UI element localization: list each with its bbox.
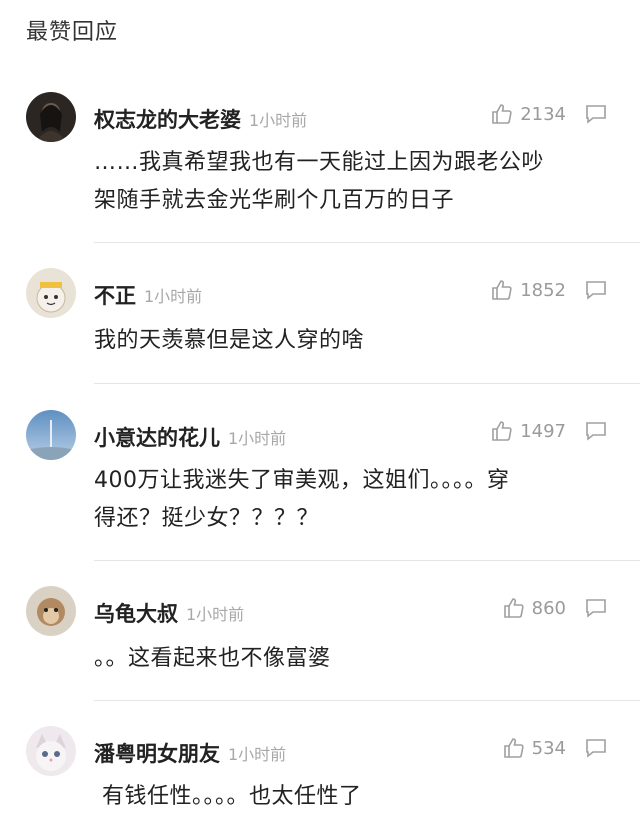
comment-item: 权志龙的大老婆 1小时前 2134 ……我真希望我也有一天能过上因为跟老公吵 架随…: [0, 92, 640, 243]
timestamp: 1小时前: [228, 429, 287, 448]
like-count: 534: [531, 737, 566, 759]
comment-text: 我的天羡慕但是这人穿的啥: [94, 328, 365, 353]
avatar[interactable]: [26, 268, 76, 318]
section-title: 最赞回应: [26, 20, 119, 45]
timestamp: 1小时前: [186, 605, 245, 624]
thumbs-up-icon: [490, 419, 514, 443]
like-button[interactable]: 2134: [490, 102, 566, 126]
comment-item: 潘粤明女朋友 1小时前 534 有钱任性。。。。也太任性了: [0, 726, 640, 826]
thumbs-up-icon: [490, 102, 514, 126]
avatar[interactable]: [26, 586, 76, 636]
reply-icon[interactable]: [584, 279, 608, 301]
like-button[interactable]: 860: [502, 596, 566, 620]
divider: [94, 383, 640, 384]
like-count: 1852: [520, 279, 566, 301]
like-count: 2134: [520, 103, 566, 125]
like-count: 1497: [520, 420, 566, 442]
like-count: 860: [531, 597, 566, 619]
like-button[interactable]: 1497: [490, 419, 566, 443]
reply-icon[interactable]: [584, 597, 608, 619]
divider: [94, 242, 640, 243]
username[interactable]: 权志龙的大老婆 1小时前: [94, 104, 307, 134]
divider: [94, 560, 640, 561]
reply-icon[interactable]: [584, 420, 608, 442]
thumbs-up-icon: [490, 278, 514, 302]
reply-icon[interactable]: [584, 103, 608, 125]
timestamp: 1小时前: [249, 111, 308, 130]
divider: [94, 700, 640, 701]
username[interactable]: 不正 1小时前: [94, 280, 202, 310]
timestamp: 1小时前: [144, 287, 203, 306]
comment-text: 。。这看起来也不像富婆: [94, 646, 331, 671]
avatar[interactable]: [26, 410, 76, 460]
like-button[interactable]: 534: [502, 736, 566, 760]
avatar[interactable]: [26, 726, 76, 776]
comment-item: 乌龟大叔 1小时前 860 。。这看起来也不像富婆: [0, 586, 640, 704]
avatar[interactable]: [26, 92, 76, 142]
username[interactable]: 潘粤明女朋友 1小时前: [94, 738, 286, 768]
like-button[interactable]: 1852: [490, 278, 566, 302]
username[interactable]: 小意达的花儿 1小时前: [94, 422, 286, 452]
comment-item: 不正 1小时前 1852 我的天羡慕但是这人穿的啥: [0, 268, 640, 386]
username[interactable]: 乌龟大叔 1小时前: [94, 598, 244, 628]
thumbs-up-icon: [502, 736, 526, 760]
reply-icon[interactable]: [584, 737, 608, 759]
comment-item: 小意达的花儿 1小时前 1497 400万让我迷失了审美观，这姐们。。。。穿 得还…: [0, 410, 640, 561]
comment-text: 有钱任性。。。。也太任性了: [102, 784, 362, 809]
comment-text: 400万让我迷失了审美观，这姐们。。。。穿 得还？挺少女？？？？: [94, 468, 510, 531]
comment-text: ……我真希望我也有一天能过上因为跟老公吵 架随手就去金光华刷个几百万的日子: [94, 150, 545, 213]
timestamp: 1小时前: [228, 745, 287, 764]
thumbs-up-icon: [502, 596, 526, 620]
